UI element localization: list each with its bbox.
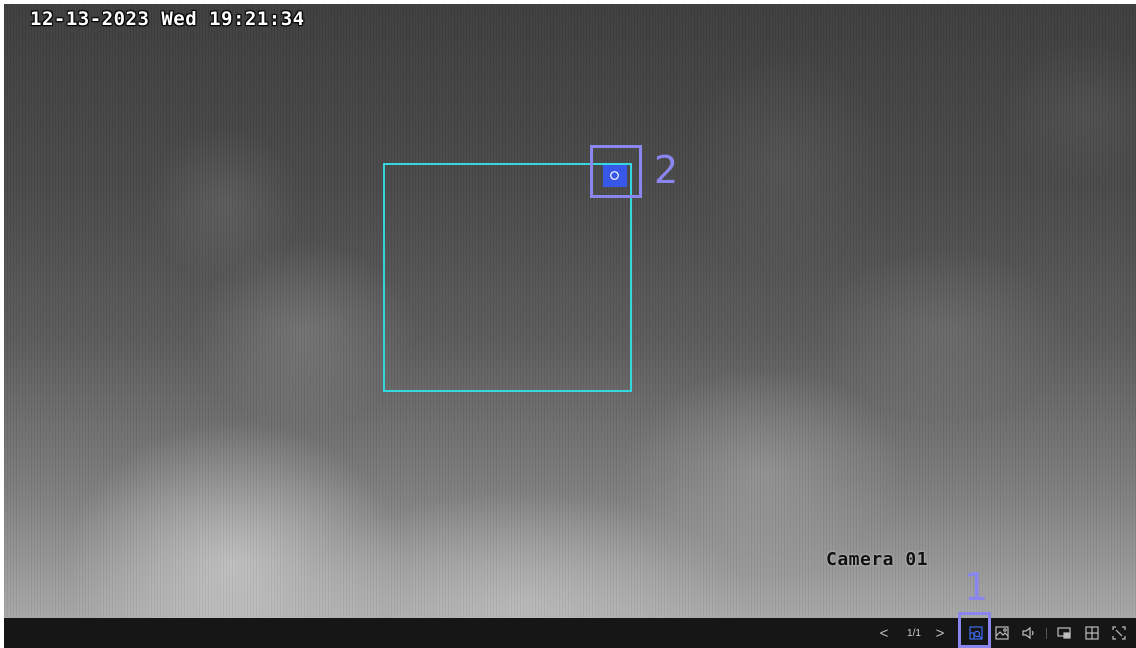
toolbar-divider [1046,628,1047,639]
zoom-magnifier-button[interactable] [603,165,627,187]
audio-button[interactable] [1018,618,1040,648]
grid-layout-button[interactable] [1081,618,1103,648]
magnifier-icon [610,171,619,180]
window-icon [1057,627,1071,639]
osd-timestamp: 12-13-2023 Wed 19:21:34 [30,8,305,30]
callout-1-number: 1 [964,565,989,609]
digital-zoom-icon [969,626,983,640]
fullscreen-button[interactable] [1108,618,1130,648]
digital-zoom-region[interactable] [383,163,632,392]
callout-2-number: 2 [654,148,679,192]
grid-layout-icon [1085,626,1099,640]
speaker-icon [1022,626,1034,640]
snapshot-button[interactable] [992,618,1012,648]
page-indicator: 1/1 [907,627,921,639]
osd-camera-name: Camera 01 [826,549,929,570]
digital-zoom-button[interactable] [965,618,987,648]
next-page-button[interactable]: > [932,618,948,648]
snapshot-icon [995,626,1009,640]
window-mode-button[interactable] [1053,618,1075,648]
live-view-window: 12-13-2023 Wed 19:21:34 Camera 01 < 1/1 … [4,4,1136,648]
fullscreen-icon [1112,626,1126,640]
playback-toolbar: < 1/1 > [4,618,1136,648]
previous-page-button[interactable]: < [876,618,892,648]
